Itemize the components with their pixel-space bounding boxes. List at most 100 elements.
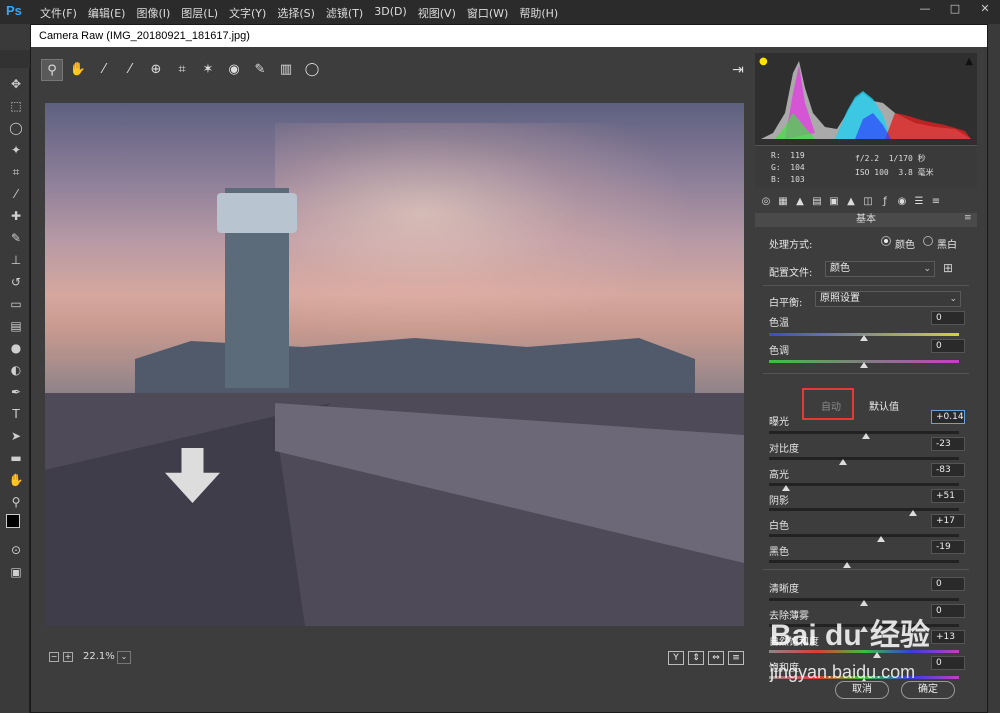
tint-slider[interactable] [769,360,959,368]
contrast-value[interactable]: -23 [931,437,965,451]
menu-edit[interactable]: 编辑(E) [88,5,126,21]
menu-help[interactable]: 帮助(H) [519,5,558,21]
eraser-tool-icon[interactable]: ▭ [8,296,24,312]
move-tool-icon[interactable]: ✥ [8,76,24,92]
screen-mode-icon[interactable]: ▣ [8,564,24,580]
shadow-clipping-icon[interactable]: ● [759,56,768,67]
zoom-icon[interactable]: ⚲ [41,59,63,81]
crop-icon[interactable]: ⌗ [171,59,193,81]
menu-3d[interactable]: 3D(D) [374,5,407,21]
zoom-in-button[interactable]: + [63,652,73,662]
spot-removal-icon[interactable]: ✶ [197,59,219,81]
blacks-slider[interactable] [769,560,959,568]
exposure-slider[interactable] [769,431,959,439]
white-balance-dropdown[interactable]: 原照设置 ⌄ [815,291,961,307]
highlights-slider[interactable] [769,483,959,491]
sliders-icon[interactable]: ≡ [929,195,943,209]
view-settings-button[interactable]: ≡ [728,651,744,665]
lasso-tool-icon[interactable]: ◯ [8,120,24,136]
menu-type[interactable]: 文字(Y) [229,5,266,21]
brush-icon[interactable]: ✎ [249,59,271,81]
detail-icon[interactable]: ▲ [844,195,858,209]
cancel-button[interactable]: 取消 [835,681,889,699]
radial-filter-icon[interactable]: ◯ [301,59,323,81]
before-after-button[interactable]: Y [668,651,684,665]
profile-browser-icon[interactable]: ⊞ [943,261,957,275]
zoom-tool-icon[interactable]: ⚲ [8,494,24,510]
close-button[interactable]: ✕ [970,0,1000,18]
pen-tool-icon[interactable]: ✒ [8,384,24,400]
dehaze-value[interactable]: 0 [931,604,965,618]
type-tool-icon[interactable]: T [8,406,24,422]
stamp-tool-icon[interactable]: ⊥ [8,252,24,268]
quick-mask-icon[interactable]: ⊙ [8,542,24,558]
blacks-value[interactable]: -19 [931,540,965,554]
tint-value[interactable]: 0 [931,339,965,353]
camera-icon[interactable]: ◉ [895,195,909,209]
vibrance-value[interactable]: +13 [931,630,965,644]
menu-window[interactable]: 窗口(W) [467,5,508,21]
grid-icon[interactable]: ▦ [776,195,790,209]
aperture-icon[interactable]: ◎ [759,195,773,209]
split-tone-icon[interactable]: ▣ [827,195,841,209]
panel-menu-icon[interactable]: ≡ [964,213,974,223]
menu-image[interactable]: 图像(I) [136,5,170,21]
foreground-color-swatch[interactable] [6,514,20,528]
blur-tool-icon[interactable]: ● [8,340,24,356]
lens-icon[interactable]: ◫ [861,195,875,209]
treatment-bw-radio[interactable] [923,236,933,246]
whites-slider[interactable] [769,534,959,542]
clarity-slider[interactable] [769,598,959,606]
treatment-color-radio[interactable] [881,236,891,246]
blacks-thumb[interactable] [842,562,851,568]
highlight-clipping-icon[interactable]: ▲ [965,56,973,67]
red-eye-icon[interactable]: ◉ [223,59,245,81]
swap-button[interactable]: ⇕ [688,651,704,665]
open-preferences-icon[interactable]: ⇥ [727,59,749,81]
healing-tool-icon[interactable]: ✚ [8,208,24,224]
presets-icon[interactable]: ☰ [912,195,926,209]
menu-layer[interactable]: 图层(L) [181,5,218,21]
shadows-value[interactable]: +51 [931,489,965,503]
graduated-filter-icon[interactable]: ▥ [275,59,297,81]
menu-filter[interactable]: 滤镜(T) [326,5,363,21]
temp-slider[interactable] [769,333,959,341]
crop-tool-icon[interactable]: ⌗ [8,164,24,180]
color-sampler-icon[interactable]: ⁄ [119,59,141,81]
clarity-value[interactable]: 0 [931,577,965,591]
fx-icon[interactable]: ƒ [878,195,892,209]
zoom-dropdown[interactable]: ⌄ [117,651,131,664]
white-balance-icon[interactable]: ⁄ [93,59,115,81]
hsl-icon[interactable]: ▤ [810,195,824,209]
menu-file[interactable]: 文件(F) [40,5,77,21]
temp-value[interactable]: 0 [931,311,965,325]
shadows-slider[interactable] [769,508,959,516]
whites-value[interactable]: +17 [931,514,965,528]
profile-dropdown[interactable]: 颜色 ⌄ [825,261,935,277]
contrast-slider[interactable] [769,457,959,465]
dodge-tool-icon[interactable]: ◐ [8,362,24,378]
path-select-icon[interactable]: ➤ [8,428,24,444]
image-preview[interactable] [45,103,744,626]
brush-tool-icon[interactable]: ✎ [8,230,24,246]
magic-wand-icon[interactable]: ✦ [8,142,24,158]
shape-tool-icon[interactable]: ▬ [8,450,24,466]
ok-button[interactable]: 确定 [901,681,955,699]
maximize-button[interactable]: □ [940,0,970,18]
exposure-value[interactable]: +0.14 [931,410,965,424]
menu-view[interactable]: 视图(V) [418,5,456,21]
target-adjust-icon[interactable]: ⊕ [145,59,167,81]
marquee-tool-icon[interactable]: ⬚ [8,98,24,114]
history-brush-icon[interactable]: ↺ [8,274,24,290]
minimize-button[interactable]: — [910,0,940,18]
gradient-tool-icon[interactable]: ▤ [8,318,24,334]
highlights-value[interactable]: -83 [931,463,965,477]
eyedropper-tool-icon[interactable]: ⁄ [8,186,24,202]
zoom-out-button[interactable]: − [49,652,59,662]
copy-settings-button[interactable]: ⇔ [708,651,724,665]
tint-thumb[interactable] [860,362,868,368]
mountain-icon[interactable]: ▲ [793,195,807,209]
saturation-value[interactable]: 0 [931,656,965,670]
menu-select[interactable]: 选择(S) [277,5,315,21]
hand-icon[interactable]: ✋ [67,59,89,81]
